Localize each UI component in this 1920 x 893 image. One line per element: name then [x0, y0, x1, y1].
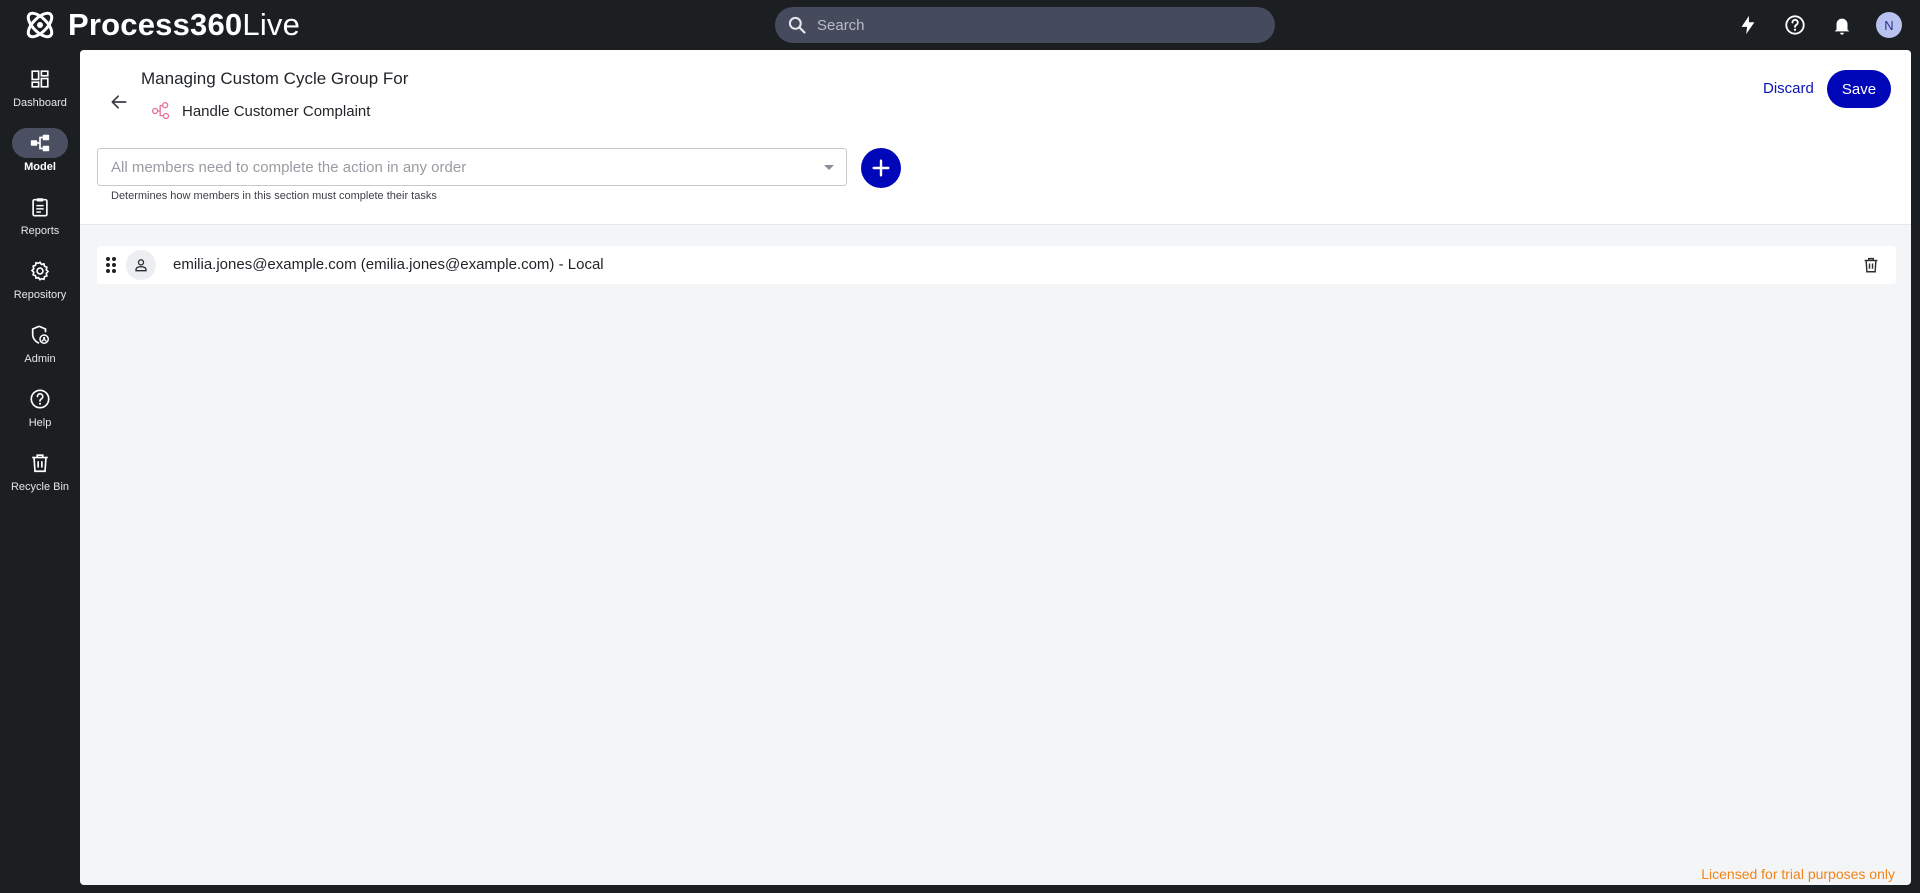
- sidebar-item-model[interactable]: Model: [0, 128, 80, 188]
- plus-icon: [872, 159, 890, 177]
- search-input[interactable]: [817, 16, 1257, 34]
- sidebar-item-admin[interactable]: Admin: [0, 320, 80, 380]
- delete-member-button[interactable]: [1860, 254, 1882, 276]
- help-button[interactable]: [1782, 12, 1808, 38]
- nav-label: Admin: [24, 353, 56, 365]
- nav-pill: [12, 192, 68, 222]
- page-title: Managing Custom Cycle Group For: [141, 69, 409, 88]
- nav-pill: [12, 64, 68, 94]
- brand-name: Process360Live: [68, 7, 300, 43]
- nav-label: Dashboard: [13, 97, 67, 109]
- bell-icon: [1834, 18, 1850, 35]
- top-actions: N: [1735, 12, 1902, 38]
- person-icon: [135, 259, 147, 272]
- notifications-button[interactable]: [1829, 12, 1855, 38]
- discard-button[interactable]: Discard: [1755, 70, 1822, 106]
- search-bar[interactable]: [775, 7, 1275, 43]
- nav-pill: [12, 320, 68, 350]
- sidebar-item-dashboard[interactable]: Dashboard: [0, 64, 80, 124]
- search-icon: [788, 16, 806, 34]
- member-name: emilia.jones@example.com (emilia.jones@e…: [173, 256, 604, 273]
- quick-actions-button[interactable]: [1735, 12, 1761, 38]
- nav-label: Help: [28, 417, 52, 429]
- member-row: emilia.jones@example.com (emilia.jones@e…: [97, 246, 1896, 284]
- sidebar-item-reports[interactable]: Reports: [0, 192, 80, 252]
- brand-bold: Process360: [68, 7, 243, 42]
- process-icon: [152, 102, 170, 120]
- admin-shield-icon: [31, 325, 49, 344]
- clipboard-icon: [32, 198, 48, 217]
- process-name: Handle Customer Complaint: [182, 102, 371, 120]
- nav-label: Model: [24, 161, 56, 173]
- arrow-left-icon: [111, 95, 127, 109]
- nav-label: Recycle Bin: [10, 481, 70, 493]
- drag-handle[interactable]: [104, 255, 118, 275]
- completion-mode-helper: Determines how members in this section m…: [111, 190, 437, 202]
- model-icon: [30, 134, 50, 152]
- brand-light: Live: [242, 7, 301, 42]
- sidebar-item-help[interactable]: Help: [0, 384, 80, 444]
- license-notice: Licensed for trial purposes only: [1701, 866, 1895, 882]
- bolt-icon: [1741, 15, 1755, 35]
- process-label: Handle Customer Complaint: [151, 101, 370, 121]
- add-member-button[interactable]: [861, 148, 901, 188]
- nav-pill: [12, 384, 68, 414]
- app-logo[interactable]: Process360Live: [22, 7, 300, 43]
- help-icon: [30, 389, 50, 409]
- sidebar-item-recycle-bin[interactable]: Recycle Bin: [0, 448, 80, 508]
- nav-label: Repository: [13, 289, 67, 301]
- nav-pill: [12, 256, 68, 286]
- save-button[interactable]: Save: [1827, 70, 1891, 108]
- nav-pill: [12, 448, 68, 478]
- trash-icon: [1864, 257, 1878, 273]
- process360-logo-icon: [26, 11, 54, 39]
- main-content: Managing Custom Cycle Group For Handle C…: [80, 50, 1911, 885]
- gear-icon: [30, 261, 50, 281]
- member-avatar: [126, 250, 156, 280]
- completion-mode-value: All members need to complete the action …: [111, 158, 467, 176]
- user-menu-button[interactable]: N: [1876, 12, 1902, 38]
- back-button[interactable]: [105, 88, 133, 116]
- top-bar: Process360Live Search N: [0, 0, 1920, 50]
- nav-label: Reports: [20, 225, 60, 237]
- dashboard-icon: [31, 70, 49, 88]
- caret-down-icon: [824, 165, 834, 170]
- drag-handle-icon: [106, 257, 116, 273]
- sidebar: Dashboard Model Reports Repository Admin…: [0, 50, 80, 893]
- header-panel: Managing Custom Cycle Group For Handle C…: [80, 50, 1911, 225]
- nav-pill-active: [12, 128, 68, 158]
- sidebar-item-repository[interactable]: Repository: [0, 256, 80, 316]
- trash-icon: [32, 454, 48, 473]
- help-circle-icon: [1785, 15, 1805, 35]
- completion-mode-select[interactable]: All members need to complete the action …: [97, 148, 847, 186]
- user-avatar: N: [1876, 12, 1902, 38]
